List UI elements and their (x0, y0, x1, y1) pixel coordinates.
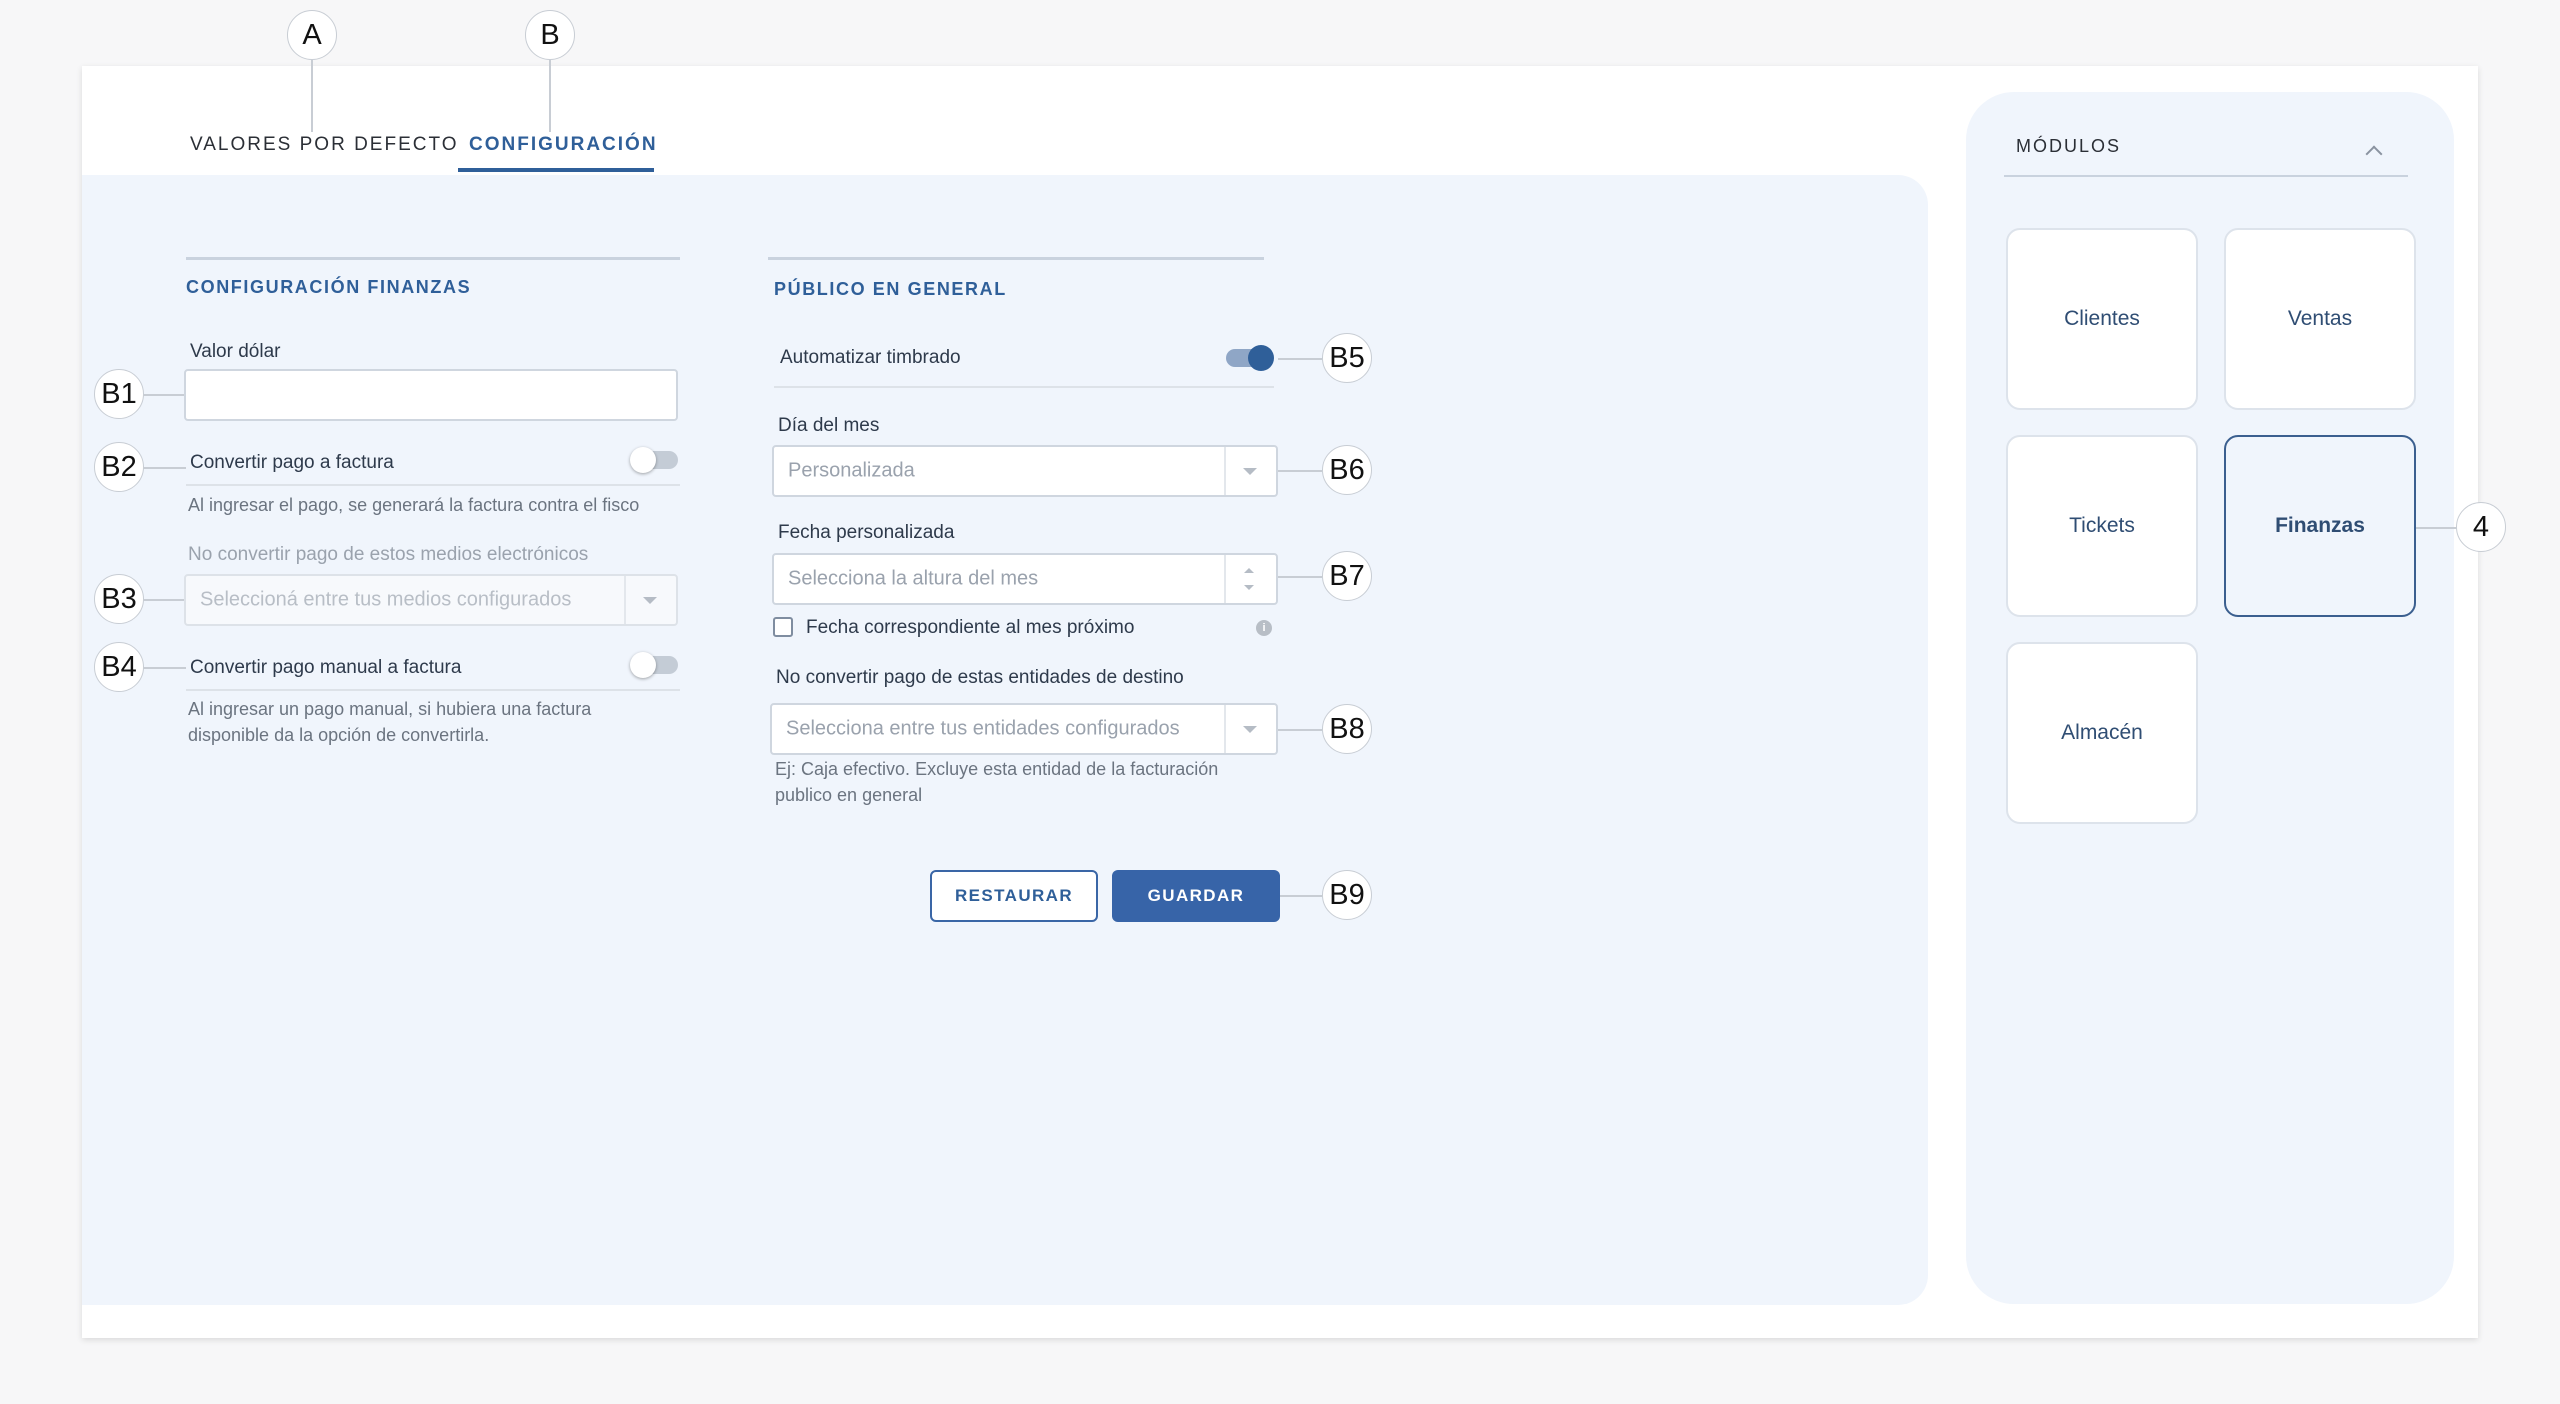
info-icon: i (1256, 620, 1272, 636)
module-clientes[interactable]: Clientes (2006, 228, 2198, 410)
caret-down-icon (1243, 726, 1257, 733)
callout-leader (142, 599, 184, 601)
exclude-entities-placeholder: Selecciona entre tus entidades configura… (786, 717, 1180, 740)
callout-leader (1278, 470, 1322, 472)
callout-leader (142, 394, 184, 396)
divider (774, 386, 1274, 388)
dollar-value-input[interactable] (184, 369, 678, 421)
exclude-methods-placeholder: Seleccioná entre tus medios configurados (200, 588, 572, 611)
convert-manual-label: Convertir pago manual a factura (190, 657, 462, 678)
convert-payment-label: Convertir pago a factura (190, 452, 394, 473)
callout-b7: B7 (1322, 551, 1372, 601)
public-section-title: PÚBLICO EN GENERAL (774, 279, 1007, 299)
day-of-month-label: Día del mes (778, 415, 880, 436)
public-section-rule (768, 257, 1264, 260)
callout-leader (311, 60, 313, 132)
next-month-checkbox[interactable] (773, 617, 793, 637)
callout-4: 4 (2456, 502, 2506, 552)
callout-b2: B2 (94, 442, 144, 492)
select-divider (1224, 555, 1226, 603)
select-divider (1224, 705, 1226, 753)
modules-title: MÓDULOS (2016, 136, 2122, 156)
exclude-entities-help-line2: publico en general (775, 785, 923, 805)
callout-b4: B4 (94, 642, 144, 692)
callout-b8: B8 (1322, 704, 1372, 754)
toggle-knob (1248, 345, 1274, 371)
module-almacen[interactable]: Almacén (2006, 642, 2198, 824)
callout-leader (142, 467, 186, 469)
exclude-methods-select[interactable]: Seleccioná entre tus medios configurados (184, 574, 678, 626)
caret-down-icon (1243, 468, 1257, 475)
divider (186, 689, 680, 691)
modules-divider (2004, 175, 2408, 177)
finance-section-title: CONFIGURACIÓN FINANZAS (186, 277, 472, 297)
convert-manual-help-line1: Al ingresar un pago manual, si hubiera u… (188, 699, 592, 719)
tab-default-values[interactable]: VALORES POR DEFECTO (190, 134, 459, 156)
exclude-entities-select[interactable]: Selecciona entre tus entidades configura… (770, 703, 1278, 755)
select-divider (1224, 447, 1226, 495)
custom-date-placeholder: Selecciona la altura del mes (788, 567, 1039, 590)
module-tickets[interactable]: Tickets (2006, 435, 2198, 617)
callout-leader (2416, 527, 2458, 529)
callout-leader (142, 667, 186, 669)
module-finanzas[interactable]: Finanzas (2224, 435, 2416, 617)
exclude-entities-label: No convertir pago de estas entidades de … (776, 667, 1184, 688)
callout-leader (1278, 576, 1322, 578)
select-divider (624, 576, 626, 624)
active-tab-indicator (458, 168, 654, 172)
toggle-knob (630, 447, 656, 473)
callout-b6: B6 (1322, 445, 1372, 495)
convert-payment-help: Al ingresar el pago, se generará la fact… (188, 495, 640, 515)
dollar-value-label: Valor dólar (190, 341, 281, 362)
callout-leader (1280, 895, 1322, 897)
callout-b: B (525, 10, 575, 60)
exclude-methods-label: No convertir pago de estos medios electr… (188, 544, 589, 565)
module-ventas[interactable]: Ventas (2224, 228, 2416, 410)
toggle-knob (630, 652, 656, 678)
custom-date-stepper[interactable]: Selecciona la altura del mes (772, 553, 1278, 605)
caret-down-icon (643, 597, 657, 604)
day-of-month-value: Personalizada (788, 459, 915, 482)
divider (186, 484, 680, 486)
spin-up-icon[interactable] (1244, 568, 1254, 573)
next-month-label: Fecha correspondiente al mes próximo (806, 617, 1135, 638)
day-of-month-select[interactable]: Personalizada (772, 445, 1278, 497)
custom-date-label: Fecha personalizada (778, 522, 955, 543)
auto-stamp-toggle[interactable] (1226, 345, 1274, 371)
finance-section-rule (186, 257, 680, 260)
tab-configuration[interactable]: CONFIGURACIÓN (469, 134, 658, 156)
restore-button[interactable]: RESTAURAR (930, 870, 1098, 922)
exclude-entities-help-line1: Ej: Caja efectivo. Excluye esta entidad … (775, 759, 1219, 779)
callout-b5: B5 (1322, 333, 1372, 383)
spin-down-icon[interactable] (1244, 585, 1254, 590)
save-button[interactable]: GUARDAR (1112, 870, 1280, 922)
convert-manual-toggle[interactable] (630, 652, 678, 678)
auto-stamp-label: Automatizar timbrado (780, 347, 961, 368)
callout-b9: B9 (1322, 870, 1372, 920)
callout-a: A (287, 10, 337, 60)
callout-b3: B3 (94, 574, 144, 624)
convert-payment-toggle[interactable] (630, 447, 678, 473)
callout-b1: B1 (94, 369, 144, 419)
callout-leader (1278, 729, 1322, 731)
convert-manual-help-line2: disponible da la opción de convertirla. (188, 725, 490, 745)
callout-leader (549, 60, 551, 132)
callout-leader (1278, 358, 1322, 360)
